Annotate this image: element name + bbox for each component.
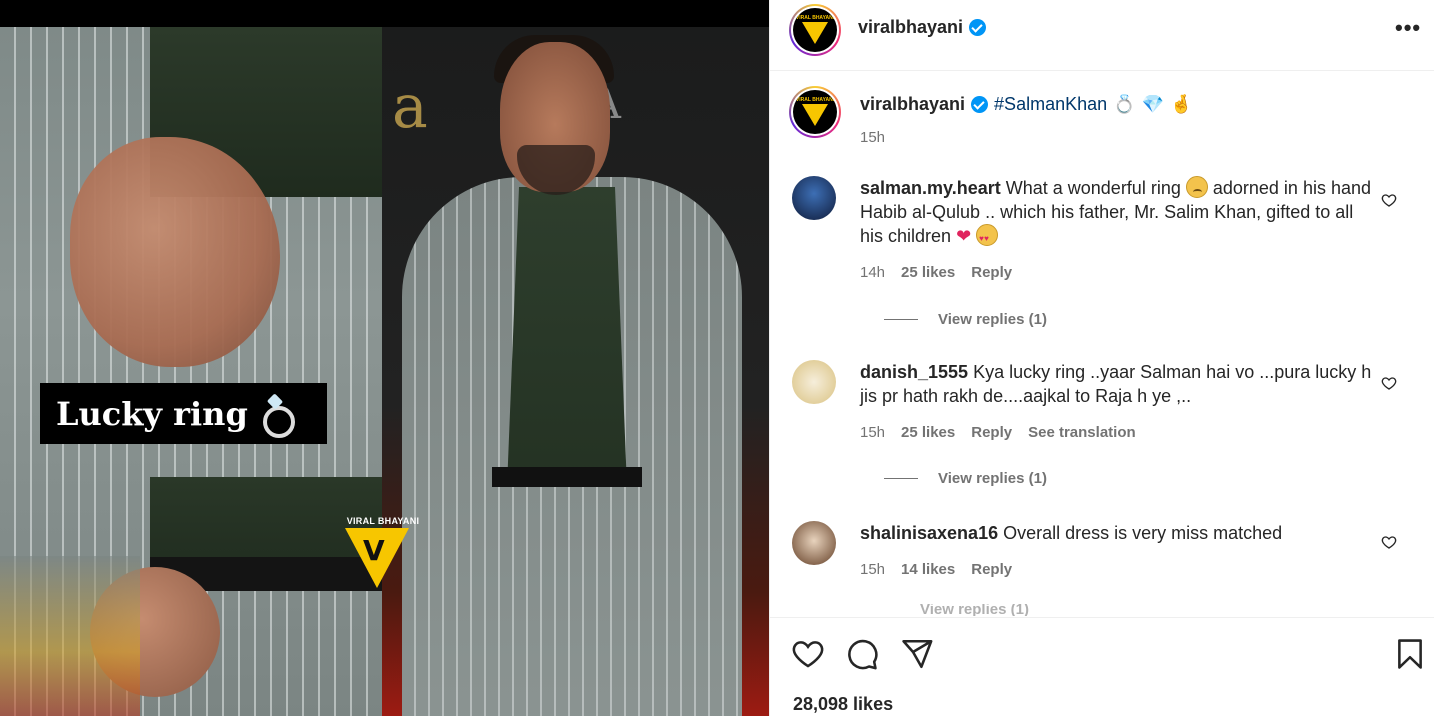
- header-user: viralbhayani: [858, 17, 987, 38]
- photo-closeup-hand: [0, 27, 382, 716]
- media-top-bar: [0, 0, 769, 27]
- post-actions-bar: 28,098 likes: [770, 617, 1434, 716]
- ring-emoji-icon: 💍: [1113, 94, 1136, 114]
- comment-likes[interactable]: 14 likes: [901, 558, 955, 582]
- reply-button[interactable]: Reply: [971, 261, 1012, 285]
- post-details-panel: VIRAL BHAYANI viralbhayani ••• VIRAL BHA…: [769, 0, 1434, 716]
- photo-full-figure: a A: [382, 27, 769, 716]
- comment-bubble-icon[interactable]: [845, 637, 879, 671]
- view-replies-button[interactable]: View replies (1): [884, 470, 1047, 487]
- avatar[interactable]: VIRAL BHAYANI: [789, 4, 841, 56]
- post-header: VIRAL BHAYANI viralbhayani •••: [770, 0, 1434, 71]
- viral-bhayani-watermark: VIRAL BHAYANI V: [343, 516, 423, 596]
- hashtag-link[interactable]: #SalmanKhan: [994, 94, 1107, 115]
- commenter-avatar[interactable]: [792, 176, 836, 220]
- verified-badge-icon: [971, 96, 989, 113]
- likes-count[interactable]: 28,098 likes: [793, 694, 893, 715]
- comment-username[interactable]: danish_1555: [860, 362, 968, 382]
- comment-username[interactable]: shalinisaxena16: [860, 523, 998, 543]
- crossed-fingers-emoji-icon: 🤞: [1169, 94, 1193, 114]
- sad-face-emoji-icon: [1185, 176, 1208, 198]
- reply-button[interactable]: Reply: [971, 558, 1012, 582]
- comment-time[interactable]: 15h: [860, 558, 885, 582]
- comment-time[interactable]: 15h: [860, 421, 885, 445]
- like-comment-heart-icon[interactable]: [1381, 534, 1397, 550]
- caption-username[interactable]: viralbhayani: [860, 94, 965, 115]
- red-heart-emoji-icon: ❤: [956, 226, 972, 246]
- reply-button[interactable]: Reply: [971, 421, 1012, 445]
- overlay-text: Lucky ring: [56, 394, 248, 433]
- view-replies-button[interactable]: View replies (1): [920, 604, 1040, 616]
- like-comment-heart-icon[interactable]: [1381, 192, 1397, 208]
- comment-text: What a wonderful ring: [1005, 178, 1181, 198]
- caption-time[interactable]: 15h: [860, 129, 1400, 146]
- ring-icon: [260, 394, 295, 438]
- post-media[interactable]: a A Lucky ring VIRAL BHAYANI V: [0, 0, 769, 716]
- caption-avatar[interactable]: VIRAL BHAYANI: [789, 86, 841, 138]
- see-translation-button[interactable]: See translation: [1028, 421, 1136, 445]
- like-heart-icon[interactable]: [791, 637, 825, 671]
- commenter-avatar[interactable]: [792, 360, 836, 404]
- commenter-avatar[interactable]: [792, 521, 836, 565]
- comment-time[interactable]: 14h: [860, 261, 885, 285]
- view-replies-button[interactable]: View replies (1): [884, 311, 1047, 328]
- like-comment-heart-icon[interactable]: [1381, 375, 1397, 391]
- comment-username[interactable]: salman.my.heart: [860, 178, 1001, 198]
- more-options-icon[interactable]: •••: [1395, 17, 1421, 39]
- comment-likes[interactable]: 25 likes: [901, 261, 955, 285]
- gem-emoji-icon: 💎: [1141, 94, 1164, 114]
- lucky-ring-overlay: Lucky ring: [40, 383, 327, 444]
- comment-text: Overall dress is very miss matched: [1003, 523, 1283, 543]
- save-bookmark-icon[interactable]: [1393, 637, 1427, 671]
- share-paper-plane-icon[interactable]: [900, 637, 934, 671]
- comment-likes[interactable]: 25 likes: [901, 421, 955, 445]
- username-link[interactable]: viralbhayani: [858, 17, 963, 38]
- heart-eyes-emoji-icon: [976, 224, 999, 251]
- verified-badge-icon: [969, 19, 987, 36]
